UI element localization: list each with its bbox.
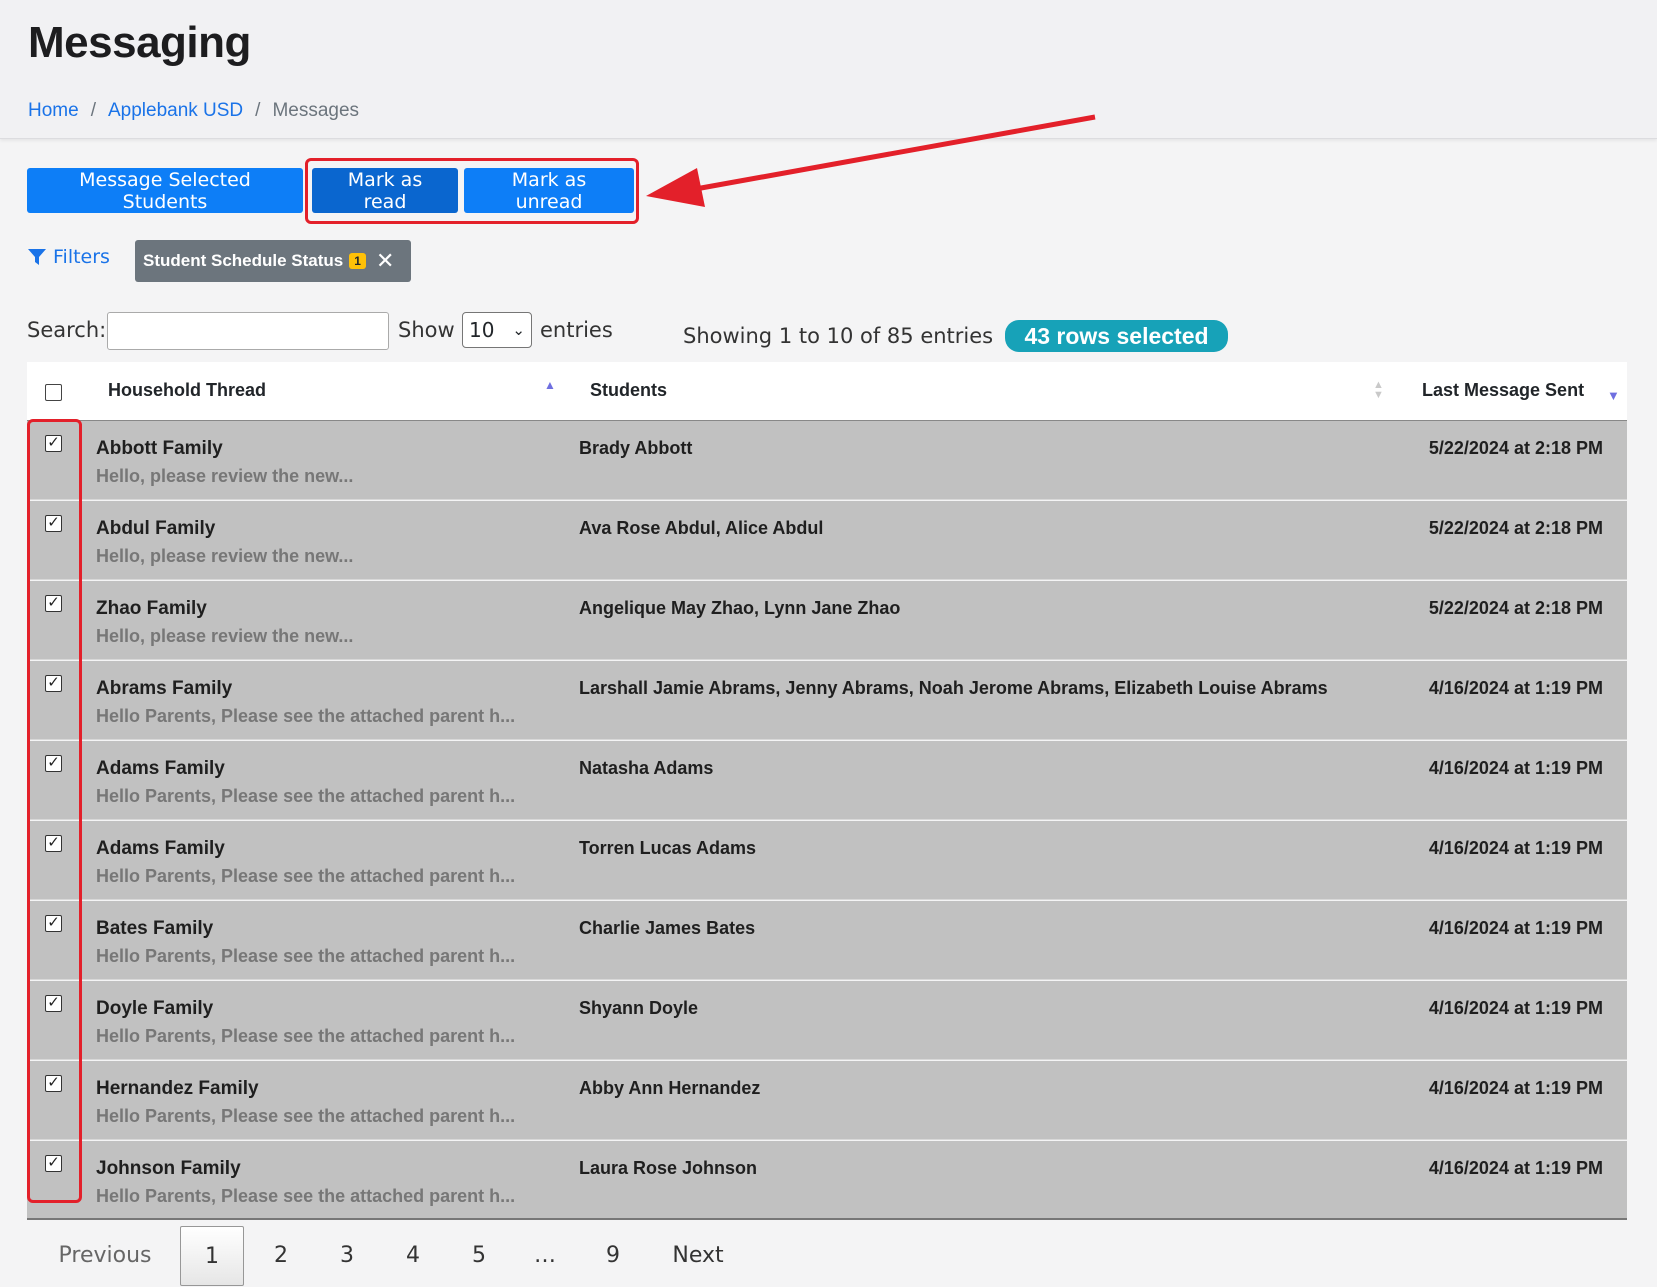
search-label: Search: <box>27 318 107 342</box>
message-preview: Hello Parents, Please see the attached p… <box>96 786 516 806</box>
filters-toggle[interactable]: Filters <box>27 246 110 268</box>
message-preview: Hello, please review the new... <box>96 546 354 566</box>
show-label: Show <box>398 318 455 342</box>
table-row[interactable]: ✓ Bates Family Hello Parents, Please see… <box>27 901 1627 980</box>
table-row[interactable]: ✓ Adams Family Hello Parents, Please see… <box>27 741 1627 820</box>
last-message-date: 4/16/2024 at 1:19 PM <box>1428 758 1603 778</box>
students-cell: Shyann Doyle <box>579 998 699 1018</box>
filter-chip-label: Student Schedule Status <box>143 251 344 270</box>
household-name: Adams Family <box>96 838 225 859</box>
last-message-date: 4/16/2024 at 1:19 PM <box>1428 1078 1603 1098</box>
household-name: Hernandez Family <box>96 1078 259 1099</box>
household-name: Abbott Family <box>96 438 223 459</box>
filter-chip-student-schedule-status[interactable]: Student Schedule Status 1 ✕ <box>135 240 411 282</box>
page-length-value: 10 <box>469 318 495 342</box>
previous-page-button[interactable]: Previous <box>55 1226 155 1286</box>
filter-icon <box>28 249 46 265</box>
message-preview: Hello Parents, Please see the attached p… <box>96 1106 516 1126</box>
message-preview: Hello Parents, Please see the attached p… <box>96 866 516 886</box>
household-name: Adams Family <box>96 758 225 779</box>
select-all-checkbox[interactable] <box>45 384 62 401</box>
household-name: Abrams Family <box>96 678 233 699</box>
message-preview: Hello, please review the new... <box>96 626 354 646</box>
sort-descending-icon: ▼ <box>1607 388 1620 403</box>
students-cell: Laura Rose Johnson <box>579 1158 758 1178</box>
household-name: Johnson Family <box>96 1158 241 1179</box>
pagination: Previous 1 2 3 4 5 … 9 Next <box>27 1217 1627 1286</box>
filters-label: Filters <box>53 246 110 268</box>
table-row[interactable]: ✓ Adams Family Hello Parents, Please see… <box>27 821 1627 900</box>
household-name: Bates Family <box>96 918 214 939</box>
table-row[interactable]: ✓ Abbott Family Hello, please review the… <box>27 421 1627 500</box>
household-name: Doyle Family <box>96 998 214 1019</box>
page-length-select[interactable]: 10 ⌄ <box>462 312 532 348</box>
last-message-date: 5/22/2024 at 2:18 PM <box>1428 598 1603 618</box>
table-row[interactable]: ✓ Johnson Family Hello Parents, Please s… <box>27 1141 1627 1220</box>
column-header-last-message-sent[interactable]: Last Message Sent <box>1422 380 1584 401</box>
page-button-4[interactable]: 4 <box>393 1226 433 1286</box>
entries-label: entries <box>540 318 613 342</box>
chevron-down-icon: ⌄ <box>512 321 525 339</box>
page-button-3[interactable]: 3 <box>327 1226 367 1286</box>
page-button-2[interactable]: 2 <box>261 1226 301 1286</box>
column-header-students[interactable]: Students <box>590 380 667 401</box>
last-message-date: 4/16/2024 at 1:19 PM <box>1428 838 1603 858</box>
students-cell: Angelique May Zhao, Lynn Jane Zhao <box>579 598 901 618</box>
table-row[interactable]: ✓ Zhao Family Hello, please review the n… <box>27 581 1627 660</box>
household-name: Zhao Family <box>96 598 207 619</box>
pagination-ellipsis: … <box>534 1243 556 1268</box>
table-info: Showing 1 to 10 of 85 entries <box>683 324 994 348</box>
table-row[interactable]: ✓ Hernandez Family Hello Parents, Please… <box>27 1061 1627 1140</box>
close-icon[interactable]: ✕ <box>376 250 394 272</box>
household-name: Abdul Family <box>96 518 216 539</box>
message-preview: Hello, please review the new... <box>96 466 354 486</box>
message-preview: Hello Parents, Please see the attached p… <box>96 1186 516 1206</box>
last-message-date: 4/16/2024 at 1:19 PM <box>1428 678 1603 698</box>
filter-chip-count-badge: 1 <box>349 253 366 269</box>
page-button-1[interactable]: 1 <box>180 1226 244 1286</box>
column-header-household-thread[interactable]: Household Thread <box>108 380 266 401</box>
last-message-date: 5/22/2024 at 2:18 PM <box>1428 438 1603 458</box>
students-cell: Larshall Jamie Abrams, Jenny Abrams, Noa… <box>579 678 1328 698</box>
table-row[interactable]: ✓ Abdul Family Hello, please review the … <box>27 501 1627 580</box>
students-cell: Brady Abbott <box>579 438 693 458</box>
page-button-5[interactable]: 5 <box>459 1226 499 1286</box>
table-row[interactable]: ✓ Doyle Family Hello Parents, Please see… <box>27 981 1627 1060</box>
students-cell: Ava Rose Abdul, Alice Abdul <box>579 518 824 538</box>
students-cell: Charlie James Bates <box>579 918 756 938</box>
next-page-button[interactable]: Next <box>663 1226 733 1286</box>
students-cell: Natasha Adams <box>579 758 714 778</box>
page-button-9[interactable]: 9 <box>593 1226 633 1286</box>
annotation-checkbox-highlight <box>27 419 82 1203</box>
students-cell: Torren Lucas Adams <box>579 838 757 858</box>
table-row[interactable]: ✓ Abrams Family Hello Parents, Please se… <box>27 661 1627 740</box>
message-preview: Hello Parents, Please see the attached p… <box>96 1026 516 1046</box>
sort-both-icon: ▲ ▼ <box>1373 379 1384 401</box>
last-message-date: 4/16/2024 at 1:19 PM <box>1428 1158 1603 1178</box>
students-cell: Abby Ann Hernandez <box>579 1078 761 1098</box>
message-preview: Hello Parents, Please see the attached p… <box>96 946 516 966</box>
message-preview: Hello Parents, Please see the attached p… <box>96 706 516 726</box>
table-header: Household Thread ▲ Students ▲ ▼ Last Mess… <box>27 362 1627 422</box>
sort-ascending-icon: ▲ <box>544 378 556 392</box>
last-message-date: 4/16/2024 at 1:19 PM <box>1428 918 1603 938</box>
rows-selected-badge: 43 rows selected <box>1005 320 1228 352</box>
last-message-date: 4/16/2024 at 1:19 PM <box>1428 998 1603 1018</box>
search-input[interactable] <box>107 312 389 350</box>
last-message-date: 5/22/2024 at 2:18 PM <box>1428 518 1603 538</box>
